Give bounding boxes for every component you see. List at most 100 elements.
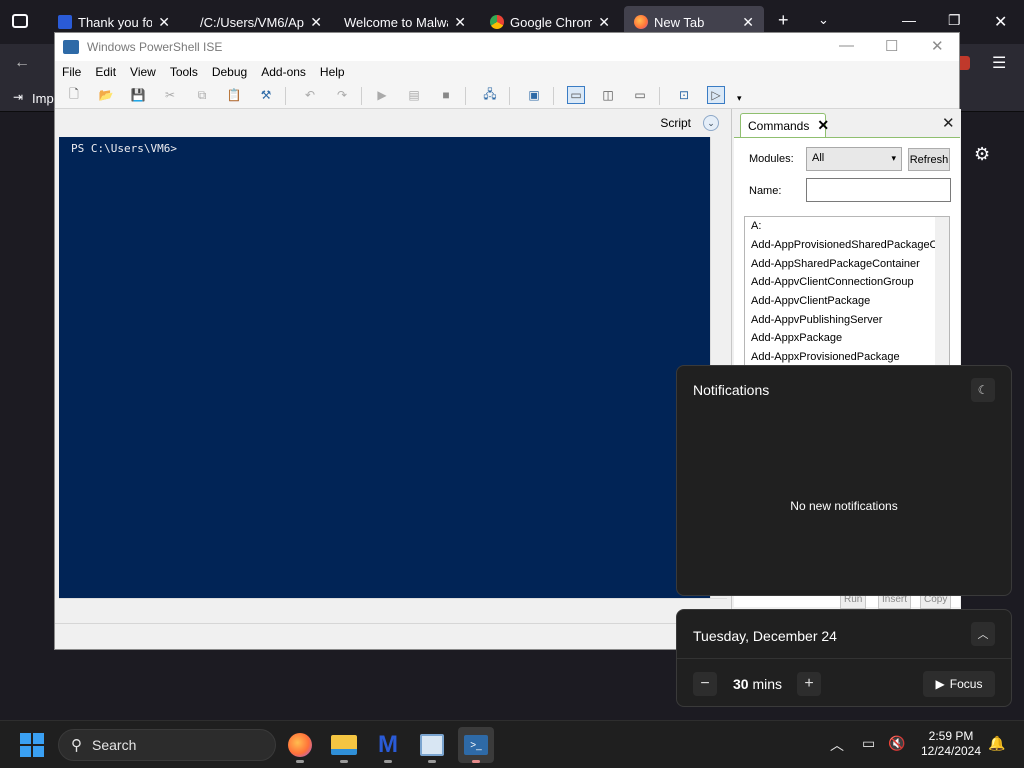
menu-add-ons[interactable]: Add-ons (254, 65, 313, 79)
increase-focus-button[interactable]: + (797, 672, 821, 696)
close-tab-icon[interactable]: ✕ (742, 14, 754, 31)
network-icon[interactable]: ▭ (862, 735, 875, 752)
taskbar-powershell-ise[interactable]: >_ (458, 727, 494, 763)
show-script-maximized-icon[interactable]: ▭ (631, 86, 649, 104)
list-item[interactable]: Add-AppxProvisionedPackage (751, 351, 900, 363)
list-item[interactable]: Add-AppvClientPackage (751, 295, 870, 307)
decrease-focus-button[interactable]: − (693, 672, 717, 696)
tab-overview-icon[interactable] (12, 14, 28, 28)
import-bookmarks-label[interactable]: Imp (32, 91, 54, 106)
folder-icon (331, 735, 357, 755)
commands-list-scrollbar[interactable] (935, 217, 949, 365)
stop-icon[interactable]: ■ (437, 86, 455, 104)
clock-time: 2:59 PM (928, 729, 974, 743)
list-item[interactable]: Add-AppvClientConnectionGroup (751, 276, 914, 288)
modules-label: Modules: (749, 153, 794, 165)
taskbar-search[interactable]: ⚲ Search (58, 729, 276, 761)
menu-debug[interactable]: Debug (205, 65, 254, 79)
running-indicator (472, 760, 480, 763)
windows-start-icon[interactable] (20, 733, 44, 757)
remote-powershell-icon[interactable]: 🖧 (481, 86, 499, 104)
menu-file[interactable]: File (55, 65, 88, 79)
paste-icon[interactable]: 📋 (225, 86, 243, 104)
menu-view[interactable]: View (123, 65, 163, 79)
minimize-icon[interactable]: — (902, 12, 916, 28)
list-item[interactable]: Add-AppSharedPackageContainer (751, 258, 920, 270)
toolbar: 🗋 📂 💾 ✂ ⧉ 📋 ⚒ ↶ ↷ ▶ ▤ ■ 🖧 ▣ ▭ ◫ ▭ ⊡ ▷ ▾ (55, 83, 959, 109)
browser-tab-title: Welcome to Malwar (344, 14, 449, 30)
focus-button[interactable]: ▶ Focus (923, 671, 995, 697)
control-panel-icon (420, 734, 444, 756)
ise-title-bar: Windows PowerShell ISE — ☐ ✕ (55, 33, 959, 61)
new-tab-icon[interactable]: + (778, 10, 789, 31)
do-not-disturb-icon[interactable]: ☾ (971, 378, 995, 402)
gear-icon[interactable]: ⚙ (974, 144, 990, 165)
list-item[interactable]: Add-AppvPublishingServer (751, 314, 882, 326)
show-script-right-icon[interactable]: ◫ (599, 86, 617, 104)
taskbar-malwarebytes[interactable]: M (370, 727, 406, 763)
clear-console-icon[interactable]: ⚒ (257, 86, 275, 104)
name-label: Name: (749, 185, 782, 197)
menu-edit[interactable]: Edit (88, 65, 123, 79)
volume-muted-icon[interactable]: 🔇 (888, 735, 905, 752)
name-input[interactable] (806, 178, 951, 202)
list-item[interactable]: Add-AppxPackage (751, 332, 842, 344)
cut-icon[interactable]: ✂ (161, 86, 179, 104)
browser-tab-title: New Tab (654, 14, 705, 30)
bell-icon[interactable]: 🔔 (988, 735, 1005, 752)
menu-icon[interactable]: ☰ (992, 53, 1006, 73)
console-pane[interactable]: PS C:\Users\VM6> (59, 137, 710, 598)
running-indicator (296, 760, 304, 763)
focus-minutes-unit: mins (752, 676, 783, 692)
start-powershell-icon[interactable]: ▣ (525, 86, 543, 104)
list-item[interactable]: A: (751, 220, 761, 232)
show-commands-window-icon[interactable]: ⊡ (675, 86, 693, 104)
browser-tab-title: Thank you for d (78, 14, 153, 30)
tab-commands[interactable]: Commands ✕ (740, 113, 829, 137)
maximize-icon[interactable]: ☐ (885, 37, 898, 55)
restore-icon[interactable]: ❐ (948, 12, 961, 29)
close-tab-icon[interactable]: ✕ (454, 14, 466, 31)
close-tab-icon[interactable]: ✕ (310, 14, 322, 31)
list-item[interactable]: Add-AppProvisionedSharedPackageC (751, 239, 938, 251)
commands-list[interactable]: A: Add-AppProvisionedSharedPackageC Add-… (744, 216, 950, 366)
chevron-down-icon[interactable]: ⌄ (703, 115, 719, 131)
list-tabs-icon[interactable]: ⌄ (818, 12, 829, 28)
taskbar-control-panel[interactable] (414, 727, 450, 763)
close-pane-icon[interactable]: ✕ (942, 114, 955, 132)
back-icon[interactable]: ← (14, 54, 30, 72)
modules-dropdown[interactable]: All ▾ (806, 147, 902, 171)
show-hidden-icons-icon[interactable]: ︿ (830, 735, 844, 755)
taskbar-file-explorer[interactable] (326, 727, 362, 763)
close-tab-icon[interactable]: ✕ (598, 14, 610, 31)
script-label[interactable]: Script (660, 116, 691, 130)
close-window-icon[interactable]: ✕ (994, 12, 1007, 32)
run-script-icon[interactable]: ▶ (373, 86, 391, 104)
notification-center: Notifications ☾ No new notifications (676, 365, 1012, 596)
chevron-up-icon[interactable]: ︿ (971, 622, 995, 646)
toolbar-overflow-icon[interactable]: ▾ (737, 93, 742, 104)
redo-icon[interactable]: ↷ (333, 86, 351, 104)
toolbar-separator (285, 87, 286, 105)
import-bookmarks-icon[interactable]: ⇥ (13, 90, 23, 104)
menu-tools[interactable]: Tools (163, 65, 205, 79)
minimize-icon[interactable]: — (839, 37, 854, 54)
new-file-icon[interactable]: 🗋 (65, 86, 83, 104)
save-icon[interactable]: 💾 (129, 86, 147, 104)
malwarebytes-favicon-icon (58, 15, 72, 29)
close-tab-icon[interactable]: ✕ (158, 14, 170, 31)
show-command-addon-icon[interactable]: ▷ (707, 86, 725, 104)
refresh-button[interactable]: Refresh (908, 148, 950, 171)
taskbar-firefox[interactable] (282, 727, 318, 763)
undo-icon[interactable]: ↶ (301, 86, 319, 104)
copy-icon[interactable]: ⧉ (193, 86, 211, 104)
close-window-icon[interactable]: ✕ (931, 37, 944, 55)
close-icon[interactable]: ✕ (817, 117, 829, 134)
run-selection-icon[interactable]: ▤ (405, 86, 423, 104)
menu-help[interactable]: Help (313, 65, 352, 79)
play-icon: ▶ (935, 677, 945, 691)
show-script-top-icon[interactable]: ▭ (567, 86, 585, 104)
console-horizontal-scrollbar[interactable] (59, 598, 727, 614)
taskbar-clock[interactable]: 2:59 PM 12/24/2024 (916, 729, 986, 759)
open-folder-icon[interactable]: 📂 (97, 86, 115, 104)
